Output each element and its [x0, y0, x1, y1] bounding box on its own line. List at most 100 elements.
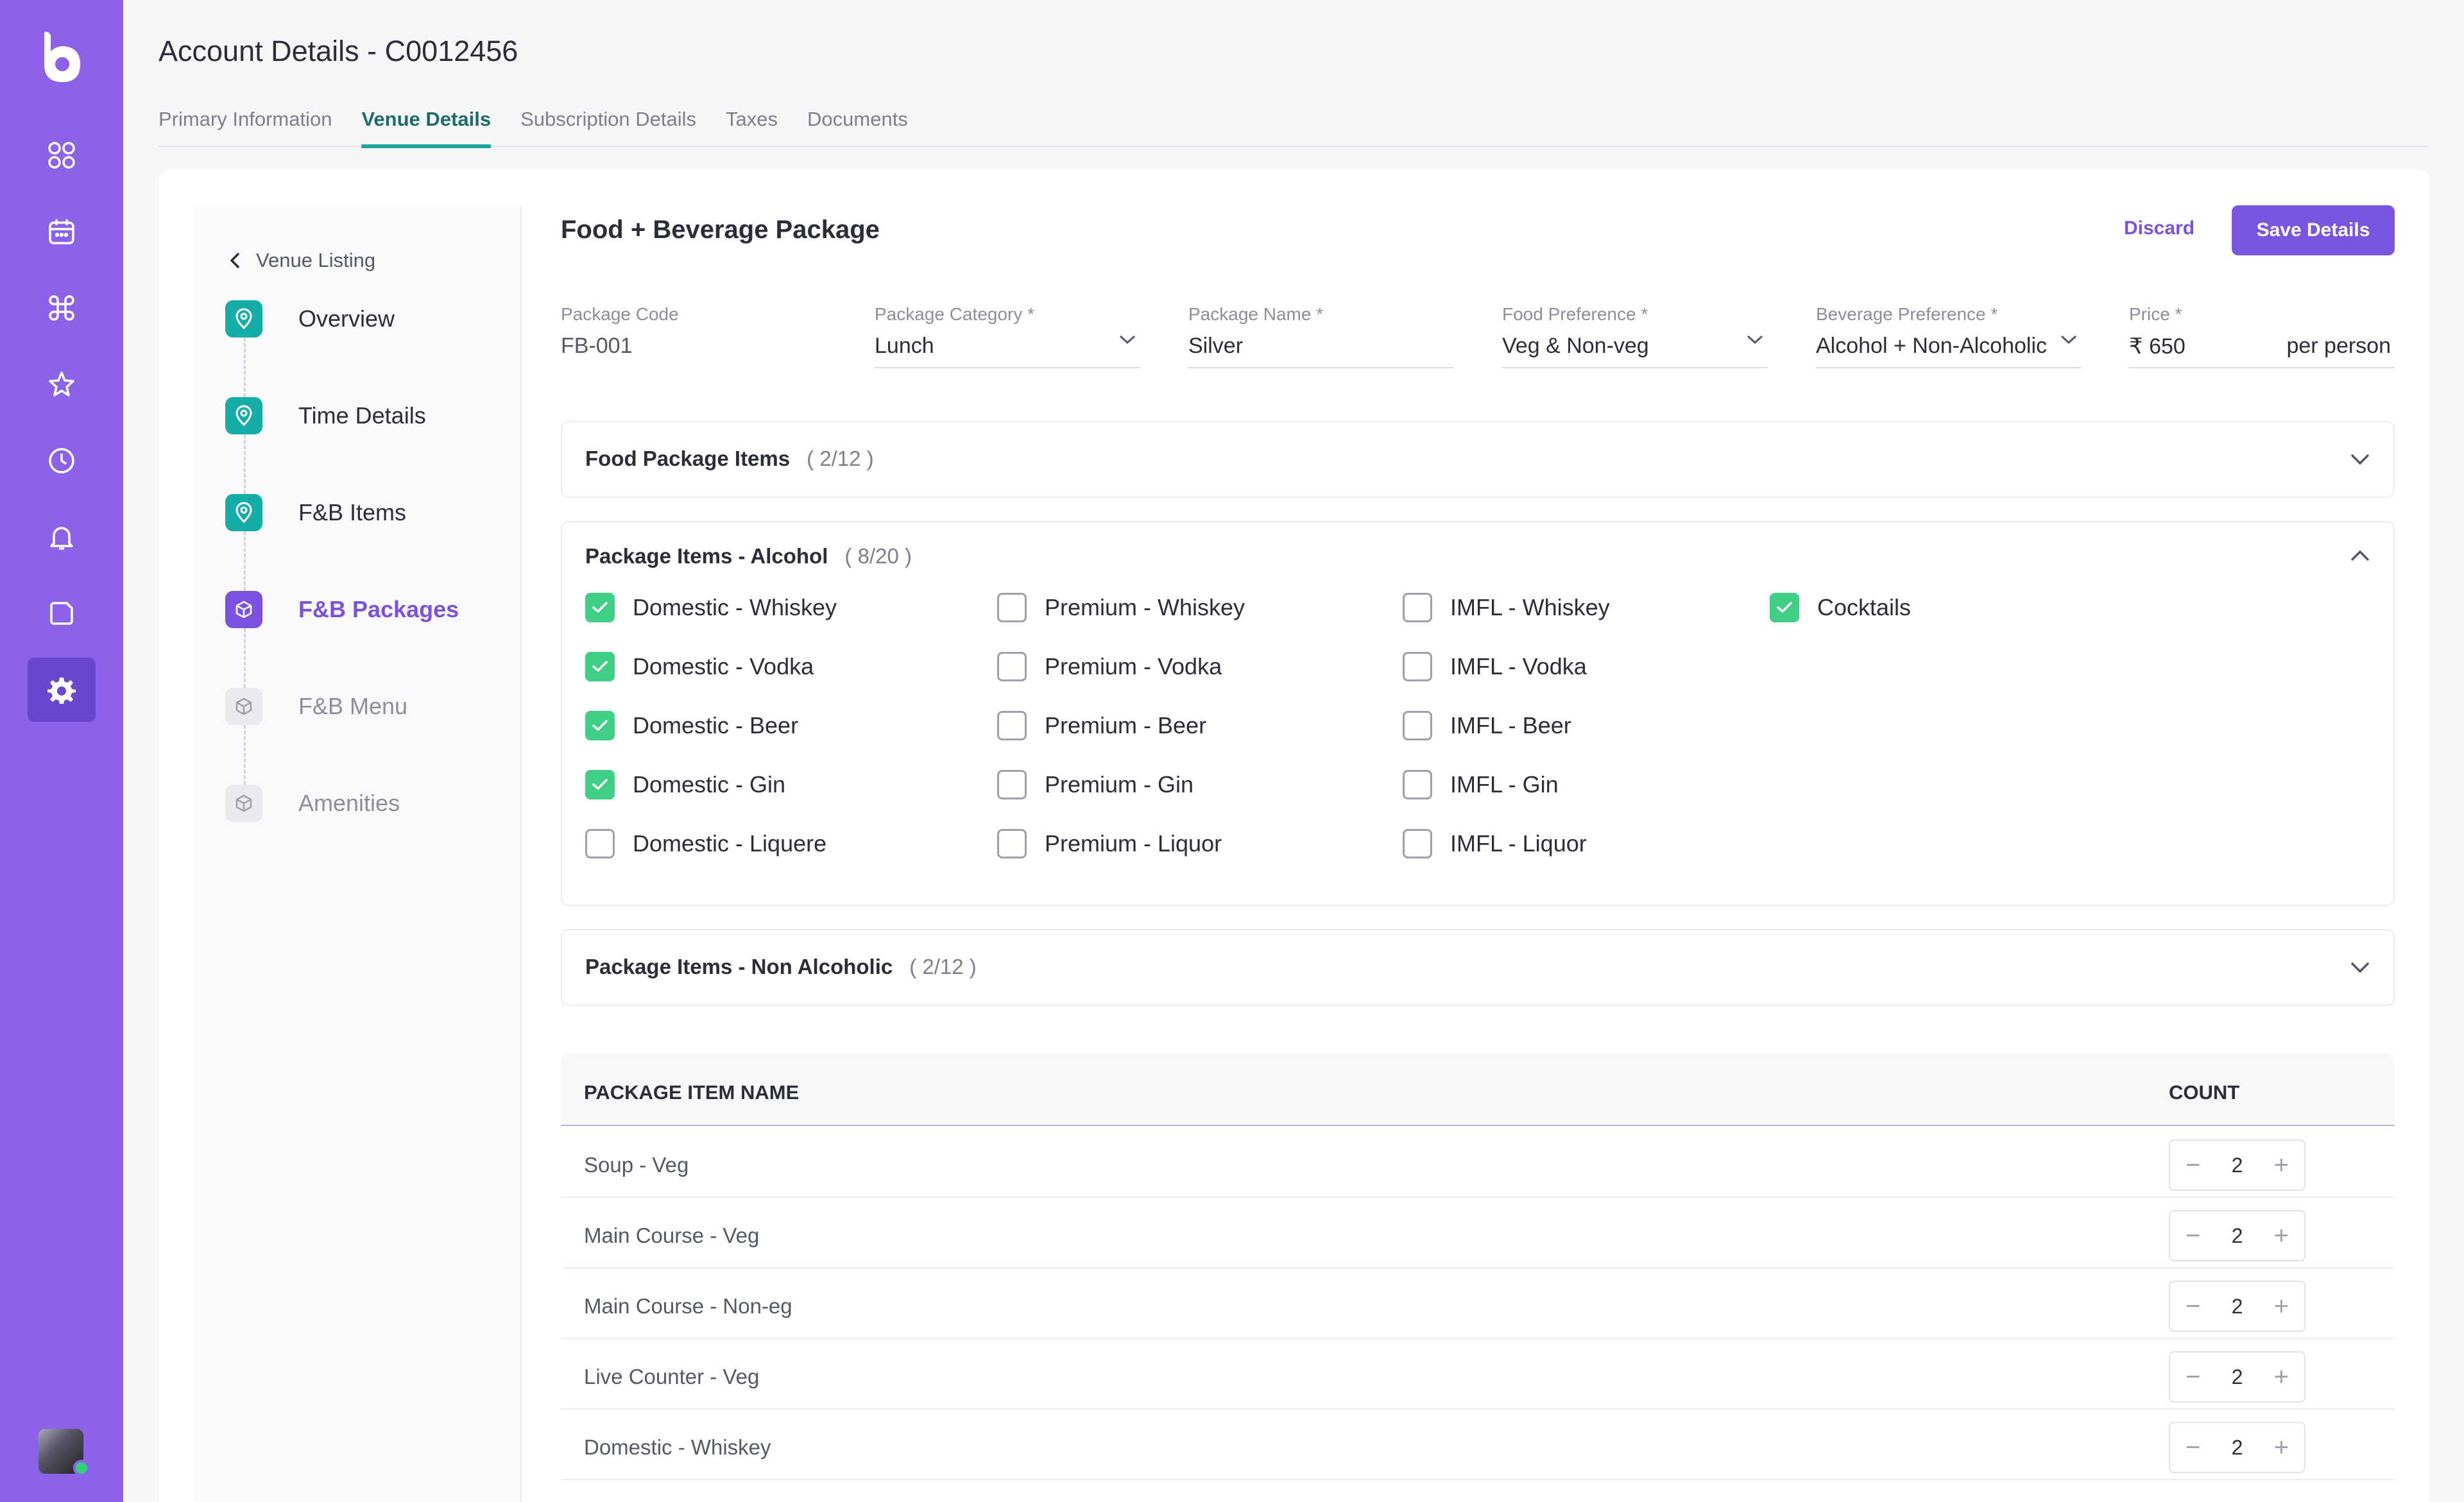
clock-icon[interactable] — [28, 429, 96, 493]
minus-icon[interactable]: − — [2186, 1435, 2200, 1460]
field-label: Package Code — [561, 304, 679, 324]
step-label: Time Details — [298, 402, 426, 429]
tab-documents[interactable]: Documents — [807, 108, 908, 147]
checkbox-unchecked[interactable] — [1403, 829, 1432, 858]
alcohol-item-checkbox[interactable]: Domestic - Whiskey — [585, 593, 837, 622]
package-category-select[interactable]: Package Category * Lunch — [875, 304, 1140, 368]
package-item-name: Main Course - Non-eg — [584, 1294, 792, 1318]
accordion-header[interactable]: Package Items - Alcohol( 8/20 ) — [585, 544, 912, 568]
chevron-down-icon[interactable] — [2350, 453, 2370, 466]
checkbox-unchecked[interactable] — [997, 593, 1027, 622]
step-overview[interactable]: Overview — [225, 300, 395, 337]
checkbox-unchecked[interactable] — [997, 770, 1027, 799]
tab-venue-details[interactable]: Venue Details — [361, 108, 491, 148]
step-fb-menu[interactable]: F&B Menu — [225, 688, 407, 725]
beverage-preference-value[interactable]: Alcohol + Non-Alcoholic — [1816, 334, 2082, 368]
alcohol-item-checkbox[interactable]: Domestic - Gin — [585, 770, 785, 799]
bell-icon[interactable] — [28, 505, 96, 569]
minus-icon[interactable]: − — [2186, 1223, 2200, 1249]
alcohol-item-checkbox[interactable]: Premium - Liquor — [997, 829, 1222, 858]
alcohol-item-checkbox[interactable]: IMFL - Whiskey — [1403, 593, 1610, 622]
plus-icon[interactable]: + — [2274, 1223, 2289, 1249]
star-icon[interactable] — [28, 352, 96, 416]
minus-icon[interactable]: − — [2186, 1364, 2200, 1390]
beverage-preference-select[interactable]: Beverage Preference * Alcohol + Non-Alco… — [1816, 304, 2082, 368]
package-name-input[interactable]: Package Name * Silver — [1188, 304, 1454, 368]
alcohol-item-checkbox[interactable]: Domestic - Liquere — [585, 829, 826, 858]
selection-count: ( 2/12 ) — [807, 447, 874, 470]
brand-logo-icon[interactable] — [39, 30, 84, 85]
minus-icon[interactable]: − — [2186, 1293, 2200, 1319]
package-name-value[interactable]: Silver — [1188, 334, 1454, 368]
step-connector — [244, 531, 246, 591]
checkbox-checked[interactable] — [585, 770, 615, 799]
user-avatar[interactable] — [38, 1429, 90, 1476]
folder-icon[interactable] — [28, 581, 96, 645]
alcohol-item-checkbox[interactable]: Premium - Gin — [997, 770, 1194, 799]
alcohol-item-checkbox[interactable]: IMFL - Vodka — [1403, 652, 1587, 681]
plus-icon[interactable]: + — [2274, 1435, 2289, 1460]
tab-primary-information[interactable]: Primary Information — [158, 108, 332, 147]
step-time-details[interactable]: Time Details — [225, 397, 426, 434]
accordion-header[interactable]: Package Items - Non Alcoholic( 2/12 ) — [585, 955, 977, 979]
alcohol-item-checkbox[interactable]: Domestic - Vodka — [585, 652, 814, 681]
step-label: F&B Packages — [298, 596, 459, 622]
check-icon — [592, 661, 608, 672]
package-item-name: Live Counter - Veg — [584, 1365, 760, 1388]
price-input[interactable]: Price * ₹ 650 per person — [2129, 304, 2395, 368]
checkbox-unchecked[interactable] — [997, 829, 1027, 858]
plus-icon[interactable]: + — [2274, 1364, 2289, 1390]
dashboard-icon[interactable] — [28, 123, 96, 187]
alcohol-item-checkbox[interactable]: Premium - Vodka — [997, 652, 1222, 681]
checkbox-label: IMFL - Gin — [1450, 771, 1559, 798]
checkbox-unchecked[interactable] — [997, 652, 1027, 681]
food-preference-value[interactable]: Veg & Non-veg — [1502, 334, 1768, 368]
tab-taxes[interactable]: Taxes — [726, 108, 778, 147]
command-icon[interactable] — [28, 276, 96, 340]
alcohol-item-checkbox[interactable]: Premium - Whiskey — [997, 593, 1245, 622]
discard-button[interactable]: Discard — [2124, 218, 2194, 239]
step-amenities[interactable]: Amenities — [225, 785, 400, 822]
quantity-value[interactable]: 2 — [2232, 1154, 2243, 1177]
checkbox-unchecked[interactable] — [1403, 652, 1432, 681]
alcohol-item-checkbox[interactable]: IMFL - Liquor — [1403, 829, 1587, 858]
quantity-value[interactable]: 2 — [2232, 1295, 2243, 1319]
checkbox-checked[interactable] — [1770, 593, 1799, 622]
tab-subscription-details[interactable]: Subscription Details — [520, 108, 696, 147]
checkbox-unchecked[interactable] — [585, 829, 615, 858]
step-fb-packages[interactable]: F&B Packages — [225, 591, 459, 628]
quantity-value[interactable]: 2 — [2232, 1224, 2243, 1248]
calendar-icon[interactable] — [28, 200, 96, 264]
quantity-value[interactable]: 2 — [2232, 1436, 2243, 1460]
save-details-button[interactable]: Save Details — [2232, 205, 2395, 255]
alcohol-item-checkbox[interactable]: IMFL - Gin — [1403, 770, 1559, 799]
price-value[interactable]: ₹ 650 per person — [2129, 334, 2395, 368]
food-preference-select[interactable]: Food Preference * Veg & Non-veg — [1502, 304, 1768, 368]
quantity-value[interactable]: 2 — [2232, 1365, 2243, 1389]
alcohol-item-checkbox[interactable]: Domestic - Beer — [585, 711, 798, 740]
checkbox-checked[interactable] — [585, 711, 615, 740]
chevron-up-icon[interactable] — [2350, 549, 2370, 562]
settings-icon[interactable] — [28, 658, 96, 722]
alcohol-item-checkbox[interactable]: IMFL - Beer — [1403, 711, 1571, 740]
checkbox-unchecked[interactable] — [1403, 711, 1432, 740]
alcohol-item-checkbox[interactable]: Premium - Beer — [997, 711, 1206, 740]
checkbox-checked[interactable] — [585, 652, 615, 681]
checkbox-unchecked[interactable] — [1403, 770, 1432, 799]
back-to-venue-listing[interactable]: Venue Listing — [229, 249, 375, 272]
food-package-items-accordion[interactable]: Food Package Items( 2/12 ) — [561, 421, 2395, 498]
alcohol-items-accordion: Package Items - Alcohol( 8/20 ) Domestic… — [561, 521, 2395, 906]
accordion-header[interactable]: Food Package Items( 2/12 ) — [585, 447, 874, 471]
checkbox-unchecked[interactable] — [1403, 593, 1432, 622]
checkbox-checked[interactable] — [585, 593, 615, 622]
selection-count: ( 2/12 ) — [909, 955, 977, 978]
step-fb-items[interactable]: F&B Items — [225, 494, 406, 531]
package-category-value[interactable]: Lunch — [875, 334, 1140, 368]
alcohol-item-checkbox[interactable]: Cocktails — [1770, 593, 1911, 622]
chevron-down-icon[interactable] — [2350, 961, 2370, 974]
checkbox-unchecked[interactable] — [997, 711, 1027, 740]
plus-icon[interactable]: + — [2274, 1293, 2289, 1319]
non-alcoholic-items-accordion[interactable]: Package Items - Non Alcoholic( 2/12 ) — [561, 929, 2395, 1006]
minus-icon[interactable]: − — [2186, 1152, 2200, 1178]
plus-icon[interactable]: + — [2274, 1152, 2289, 1178]
